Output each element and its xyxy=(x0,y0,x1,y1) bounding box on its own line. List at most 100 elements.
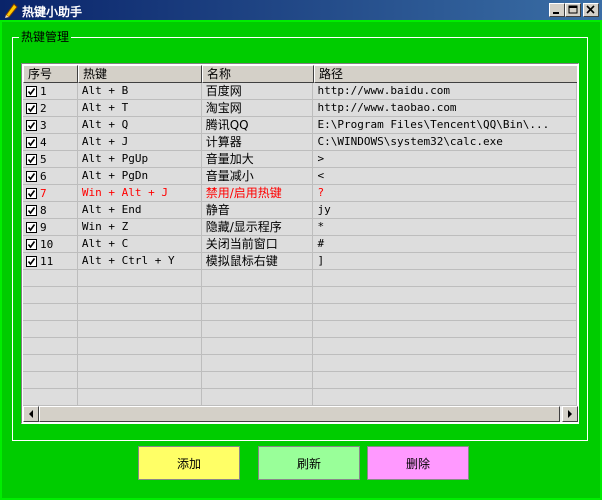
scroll-left-button[interactable] xyxy=(23,406,39,422)
empty-cell xyxy=(202,338,314,355)
name-cell: 计算器 xyxy=(202,134,314,151)
checkmark-icon xyxy=(27,88,36,96)
name-cell: 腾讯QQ xyxy=(202,117,314,134)
row-checkbox[interactable] xyxy=(26,256,37,267)
name-cell: 关闭当前窗口 xyxy=(202,236,314,253)
row-checkbox[interactable] xyxy=(26,239,37,250)
name-cell: 百度网 xyxy=(202,83,314,100)
column-header-name[interactable]: 名称 xyxy=(202,65,314,83)
column-header-path[interactable]: 路径 xyxy=(314,65,577,83)
empty-cell xyxy=(313,304,577,321)
delete-button[interactable]: 删除 xyxy=(367,446,469,480)
row-checkbox[interactable] xyxy=(26,188,37,199)
row-checkbox[interactable] xyxy=(26,205,37,216)
row-number-cell: 10 xyxy=(23,236,78,253)
row-checkbox[interactable] xyxy=(26,171,37,182)
checkmark-icon xyxy=(27,190,36,198)
close-button[interactable] xyxy=(583,3,599,17)
empty-cell xyxy=(313,355,577,372)
row-checkbox[interactable] xyxy=(26,86,37,97)
table-row[interactable]: 6 Alt + PgDn 音量减小 < xyxy=(23,168,577,185)
row-number: 6 xyxy=(40,169,47,183)
empty-cell xyxy=(23,372,78,389)
empty-cell xyxy=(313,321,577,338)
maximize-button[interactable] xyxy=(565,3,581,17)
empty-cell xyxy=(313,338,577,355)
empty-cell xyxy=(202,355,314,372)
pencil-icon xyxy=(3,2,19,18)
empty-cell xyxy=(313,287,577,304)
empty-cell xyxy=(202,321,314,338)
row-number: 4 xyxy=(40,135,47,149)
row-number: 7 xyxy=(40,186,47,200)
row-number-cell: 2 xyxy=(23,100,78,117)
empty-row xyxy=(23,389,577,406)
column-header-no[interactable]: 序号 xyxy=(23,65,78,83)
empty-cell xyxy=(313,270,577,287)
scroll-right-button[interactable] xyxy=(562,406,578,422)
empty-cell xyxy=(23,355,78,372)
minimize-button[interactable] xyxy=(549,3,565,17)
empty-row xyxy=(23,287,577,304)
name-cell: 音量减小 xyxy=(202,168,314,185)
scrollbar-thumb[interactable] xyxy=(39,406,560,422)
hotkey-list[interactable]: 序号 热键 名称 路径 1 Alt + B 百度网 http://www.baidu.… xyxy=(21,63,579,424)
path-cell: ] xyxy=(313,253,577,270)
table-row[interactable]: 3 Alt + Q 腾讯QQ E:\Program Files\Tencent\QQ\… xyxy=(23,117,577,134)
row-number: 10 xyxy=(40,237,54,251)
empty-cell xyxy=(202,304,314,321)
row-number-cell: 5 xyxy=(23,151,78,168)
row-checkbox[interactable] xyxy=(26,222,37,233)
title-bar[interactable]: 热键小助手 xyxy=(0,0,602,20)
row-checkbox[interactable] xyxy=(26,120,37,131)
empty-cell xyxy=(78,287,202,304)
empty-cell xyxy=(78,321,202,338)
empty-cell xyxy=(78,372,202,389)
empty-cell xyxy=(78,338,202,355)
table-row[interactable]: 1 Alt + B 百度网 http://www.baidu.com xyxy=(23,83,577,100)
column-header-hotkey[interactable]: 热键 xyxy=(78,65,202,83)
checkmark-icon xyxy=(27,156,36,164)
checkmark-icon xyxy=(27,105,36,113)
empty-cell xyxy=(202,372,314,389)
path-cell: C:\WINDOWS\system32\calc.exe xyxy=(313,134,577,151)
empty-cell xyxy=(23,389,78,406)
row-checkbox[interactable] xyxy=(26,154,37,165)
hotkey-cell: Win + Z xyxy=(78,219,202,236)
hotkey-cell: Alt + PgUp xyxy=(78,151,202,168)
row-number: 8 xyxy=(40,203,47,217)
hotkey-cell: Alt + J xyxy=(78,134,202,151)
name-cell: 隐藏/显示程序 xyxy=(202,219,314,236)
minimize-icon xyxy=(553,12,559,14)
horizontal-scrollbar[interactable] xyxy=(23,406,578,422)
row-number-cell: 3 xyxy=(23,117,78,134)
table-row[interactable]: 10 Alt + C 关闭当前窗口 # xyxy=(23,236,577,253)
row-checkbox[interactable] xyxy=(26,103,37,114)
row-number: 5 xyxy=(40,152,47,166)
table-row[interactable]: 5 Alt + PgUp 音量加大 > xyxy=(23,151,577,168)
table-row[interactable]: 8 Alt + End 静音 jy xyxy=(23,202,577,219)
table-row[interactable]: 2 Alt + T 淘宝网 http://www.taobao.com xyxy=(23,100,577,117)
row-checkbox[interactable] xyxy=(26,137,37,148)
empty-row xyxy=(23,355,577,372)
empty-cell xyxy=(313,389,577,406)
list-header: 序号 热键 名称 路径 xyxy=(23,65,577,83)
hotkey-cell: Alt + Q xyxy=(78,117,202,134)
arrow-left-icon xyxy=(29,410,33,418)
add-button[interactable]: 添加 xyxy=(138,446,240,480)
checkmark-icon xyxy=(27,224,36,232)
table-row[interactable]: 9 Win + Z 隐藏/显示程序 * xyxy=(23,219,577,236)
refresh-button[interactable]: 刷新 xyxy=(258,446,360,480)
row-number: 1 xyxy=(40,84,47,98)
group-label: 热键管理 xyxy=(19,30,72,44)
path-cell: http://www.baidu.com xyxy=(313,83,577,100)
close-icon xyxy=(586,5,595,14)
table-row[interactable]: 4 Alt + J 计算器 C:\WINDOWS\system32\calc.exe xyxy=(23,134,577,151)
table-row[interactable]: 11 Alt + Ctrl + Y 模拟鼠标右键] xyxy=(23,253,577,270)
table-row[interactable]: 7 Win + Alt + J 禁用/启用热键? xyxy=(23,185,577,202)
hotkey-cell: Alt + End xyxy=(78,202,202,219)
path-cell: ? xyxy=(313,185,577,202)
empty-row xyxy=(23,321,577,338)
row-number-cell: 9 xyxy=(23,219,78,236)
empty-cell xyxy=(23,321,78,338)
